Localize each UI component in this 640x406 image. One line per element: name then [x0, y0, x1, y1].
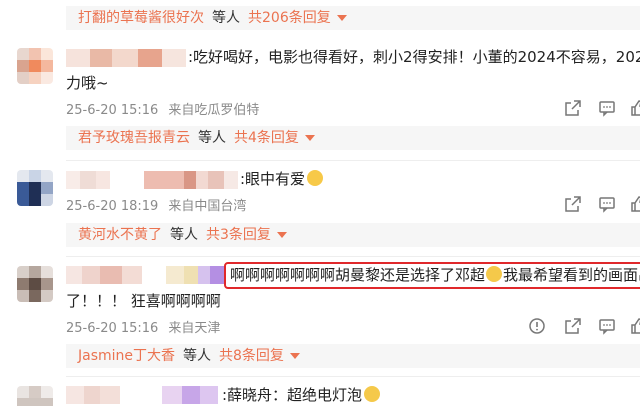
comment-text-content-continued: 我最希望看到的画面出 [503, 266, 640, 284]
avatar[interactable] [17, 170, 53, 206]
comment-text-continued: 了！！！ 狂喜啊啊啊啊 [66, 292, 221, 310]
comment-icon[interactable] [598, 317, 616, 335]
timestamp: 25-6-20 18:19 [66, 199, 159, 214]
reply-others-label: 等人 [183, 348, 212, 364]
divider [66, 160, 640, 161]
share-icon[interactable] [564, 195, 582, 213]
username[interactable] [66, 171, 238, 189]
reply-summary[interactable]: 君予玫瑰吾报青云 等人 共4条回复 [66, 126, 640, 150]
source-label: 来自天津 [168, 321, 221, 336]
comment-meta: 25-6-20 15:16 来自吃瓜罗伯特 [66, 99, 259, 118]
reply-others-label: 等人 [198, 130, 226, 146]
reply-count-link[interactable]: 共3条回复 [206, 227, 271, 243]
smile-emoji-icon [486, 266, 503, 282]
reply-author-link[interactable]: 君予玫瑰吾报青云 [78, 130, 190, 146]
reply-others-label: 等人 [170, 227, 198, 243]
comment-text-content: :眼中有爱 [240, 170, 306, 188]
share-icon[interactable] [564, 317, 582, 335]
share-icon[interactable] [564, 99, 582, 117]
report-icon[interactable] [528, 317, 546, 335]
divider [66, 256, 640, 257]
comment-icon[interactable] [598, 99, 616, 117]
avatar[interactable] [17, 386, 53, 406]
comment-meta: 25-6-20 15:16 来自天津 [66, 317, 220, 336]
caret-down-icon[interactable] [289, 353, 300, 359]
username[interactable] [66, 266, 226, 284]
reply-count-link[interactable]: 共206条回复 [248, 10, 331, 26]
avatar[interactable] [17, 266, 53, 302]
source-label: 来自吃瓜罗伯特 [168, 103, 260, 118]
comment-text-content: :薛晓舟：超绝电灯泡 [222, 386, 363, 404]
username[interactable] [66, 386, 218, 404]
heart-eyes-emoji-icon [307, 170, 324, 186]
comment-text: :薛晓舟：超绝电灯泡 [222, 384, 381, 406]
comment-text: :吃好喝好，电影也得看好，刺小2得安排！小董的2024不容易，2025 [188, 48, 640, 66]
avatar[interactable] [17, 48, 53, 84]
comment-text-content: 啊啊啊啊啊啊啊胡曼黎还是选择了邓超 [230, 266, 486, 284]
reply-count-link[interactable]: 共4条回复 [234, 130, 299, 146]
username[interactable] [66, 49, 186, 67]
reply-summary[interactable]: 黄河水不黄了 等人 共3条回复 [66, 223, 640, 247]
divider [66, 376, 640, 377]
comment-text: :眼中有爱 [240, 168, 324, 190]
like-icon[interactable] [630, 99, 640, 117]
reply-author-link[interactable]: Jasmine丁大香 [78, 348, 175, 364]
caret-down-icon[interactable] [276, 232, 287, 238]
comment-meta: 25-6-20 18:19 来自中国台湾 [66, 195, 246, 214]
reply-count-link[interactable]: 共8条回复 [219, 348, 284, 364]
reply-author-link[interactable]: 打翻的草莓酱很好次 [78, 10, 204, 26]
source-label: 来自中国台湾 [168, 199, 247, 214]
caret-down-icon[interactable] [336, 15, 347, 21]
smile-emoji-icon [364, 386, 381, 402]
reply-author-link[interactable]: 黄河水不黄了 [78, 227, 162, 243]
comment-text-continued: 力哦~ [66, 74, 109, 92]
caret-down-icon[interactable] [304, 135, 315, 141]
reply-summary[interactable]: 打翻的草莓酱很好次 等人 共206条回复 [66, 6, 640, 30]
like-icon[interactable] [630, 195, 640, 213]
comment-icon[interactable] [598, 195, 616, 213]
timestamp: 25-6-20 15:16 [66, 321, 159, 336]
like-icon[interactable] [630, 317, 640, 335]
timestamp: 25-6-20 15:16 [66, 103, 159, 118]
comment-text: 啊啊啊啊啊啊啊胡曼黎还是选择了邓超 我最希望看到的画面出 [230, 264, 640, 286]
reply-summary[interactable]: Jasmine丁大香 等人 共8条回复 [66, 344, 640, 368]
reply-others-label: 等人 [212, 10, 240, 26]
